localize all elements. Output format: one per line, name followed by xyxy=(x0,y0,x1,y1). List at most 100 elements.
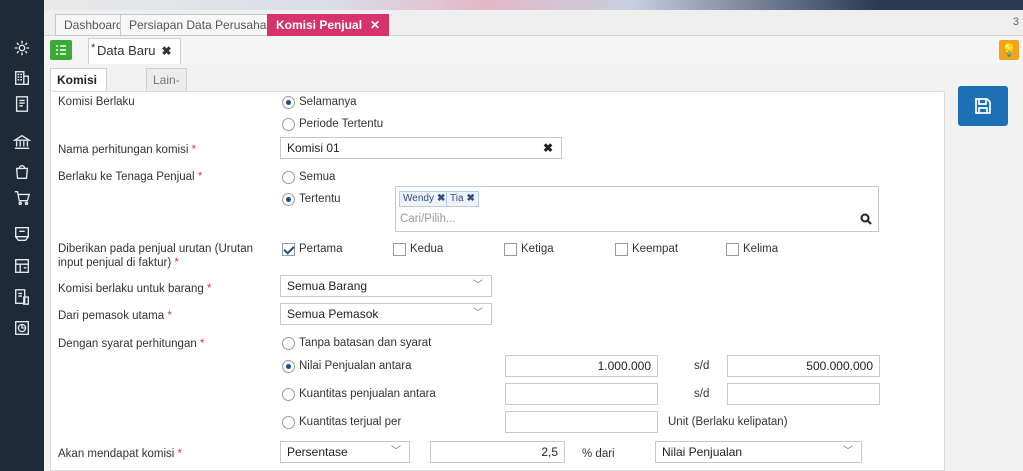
remove-icon[interactable]: ✖ xyxy=(467,193,475,204)
analytics-icon[interactable] xyxy=(10,316,34,340)
select-value: Nilai Penjualan xyxy=(662,445,743,459)
radio-forever-label: Selamanya xyxy=(299,96,357,108)
reports-icon[interactable] xyxy=(10,285,34,309)
required-mark: * xyxy=(191,144,197,156)
label-text: input penjual di faktur) xyxy=(58,257,172,269)
label-berlaku: Komisi Berlaku xyxy=(58,96,135,108)
label-urutan-2: input penjual di faktur) * xyxy=(58,256,179,270)
label-text: Dengan syarat perhitungan xyxy=(58,338,197,350)
sales-icon[interactable] xyxy=(10,160,34,184)
modified-mark: * xyxy=(91,42,96,54)
label-syarat: Dengan syarat perhitungan * xyxy=(58,337,204,351)
required-mark: * xyxy=(197,171,203,183)
range-sd-label: s/d xyxy=(694,360,710,372)
sales-to-input[interactable]: 500.000.000 xyxy=(727,355,880,377)
sales-from-input[interactable]: 1.000.000 xyxy=(505,355,658,377)
save-button[interactable] xyxy=(958,86,1008,126)
doc-tab-new[interactable]: * Data Baru ✖ xyxy=(88,38,181,64)
tab-other[interactable]: Lain-lain xyxy=(146,68,187,109)
assets-icon[interactable] xyxy=(10,254,34,278)
tab-sales-commission[interactable]: Komisi Penjual ✕ xyxy=(267,14,390,36)
salesperson-picker[interactable]: Wendy ✖ Tia ✖ Cari/Pilih... xyxy=(395,186,879,232)
checkbox-fifth[interactable] xyxy=(726,243,739,256)
module-tabs: Dashboard Persiapan Data Perusahaan Komi… xyxy=(44,10,1023,36)
checkbox-third-label: Ketiga xyxy=(521,243,554,255)
radio-all-label: Semua xyxy=(299,171,336,183)
name-value: Komisi 01 xyxy=(287,141,340,155)
commission-type-select[interactable]: Persentase ﹀ xyxy=(280,441,410,463)
checkbox-second-label: Kedua xyxy=(410,243,444,255)
required-mark: * xyxy=(206,283,212,295)
list-icon xyxy=(56,45,66,55)
tag-salesperson: Tia ✖ xyxy=(446,191,479,207)
radio-sales-value-label: Nilai Penjualan antara xyxy=(299,360,412,372)
document-bar: * Data Baru ✖ 💡 xyxy=(44,36,1023,64)
radio-no-condition[interactable] xyxy=(282,337,295,350)
tag-salesperson: Wendy ✖ xyxy=(399,191,450,207)
bank-icon[interactable] xyxy=(10,130,34,154)
radio-period[interactable] xyxy=(282,118,295,131)
tab-label: Komisi Penjual xyxy=(276,18,363,32)
radio-qty-range[interactable] xyxy=(282,388,295,401)
close-icon[interactable]: ✕ xyxy=(370,18,380,32)
radio-specific-label: Tertentu xyxy=(299,193,341,205)
goods-select[interactable]: Semua Barang ﹀ xyxy=(280,275,492,297)
inventory-icon[interactable] xyxy=(10,222,34,246)
label-barang: Komisi berlaku untuk barang * xyxy=(58,282,211,296)
name-input[interactable]: Komisi 01 ✖ xyxy=(280,137,562,159)
radio-forever[interactable] xyxy=(282,96,295,109)
unit-note: Unit (Berlaku kelipatan) xyxy=(668,416,788,428)
radio-period-label: Periode Tertentu xyxy=(299,118,384,130)
qty-from-input[interactable] xyxy=(505,383,658,405)
label-mendapat: Akan mendapat komisi * xyxy=(58,447,182,461)
tab-company-setup[interactable]: Persiapan Data Perusahaan xyxy=(120,14,289,36)
label-nama: Nama perhitungan komisi * xyxy=(58,143,196,157)
purchase-cart-icon[interactable] xyxy=(10,186,34,210)
required-mark: * xyxy=(199,338,205,350)
ledger-icon[interactable] xyxy=(10,92,34,116)
top-banner xyxy=(44,0,1023,10)
remove-icon[interactable]: ✖ xyxy=(437,193,445,204)
checkbox-second[interactable] xyxy=(393,243,406,256)
checkbox-first[interactable] xyxy=(282,243,295,256)
search-placeholder[interactable]: Cari/Pilih... xyxy=(400,213,456,225)
tag-label: Tia xyxy=(450,193,464,204)
radio-qty-sold[interactable] xyxy=(282,416,295,429)
tab-commission[interactable]: Komisi Penjual xyxy=(50,68,107,109)
radio-sales-value[interactable] xyxy=(282,360,295,373)
chevron-down-icon: ﹀ xyxy=(391,446,401,457)
close-icon[interactable]: ✖ xyxy=(162,44,172,58)
label-text: Akan mendapat komisi xyxy=(58,448,175,460)
company-icon[interactable] xyxy=(10,66,34,90)
radio-specific[interactable] xyxy=(282,193,295,206)
chevron-down-icon: ﹀ xyxy=(473,308,483,319)
label-text: Komisi berlaku untuk barang xyxy=(58,283,204,295)
select-value: Semua Pemasok xyxy=(287,307,379,321)
doc-tab-label: Data Baru xyxy=(97,43,156,58)
label-text: Nama perhitungan komisi xyxy=(58,144,189,156)
label-urutan-1: Diberikan pada penjual urutan (Urutan xyxy=(58,243,253,255)
qty-to-input[interactable] xyxy=(727,383,880,405)
radio-qty-range-label: Kuantitas penjualan antara xyxy=(299,388,436,400)
checkbox-first-label: Pertama xyxy=(299,243,343,255)
required-mark: * xyxy=(167,310,172,322)
checkbox-fourth[interactable] xyxy=(615,243,628,256)
radio-all[interactable] xyxy=(282,171,295,184)
tab-count: 3 xyxy=(1012,16,1019,28)
checkbox-fifth-label: Kelima xyxy=(743,243,779,255)
commission-basis-select[interactable]: Nilai Penjualan ﹀ xyxy=(655,441,862,463)
settings-icon[interactable] xyxy=(10,36,34,60)
range-sd-label: s/d xyxy=(694,388,710,400)
clear-icon[interactable]: ✖ xyxy=(543,138,553,158)
commission-value-input[interactable]: 2,5 xyxy=(430,441,565,463)
list-button[interactable] xyxy=(50,40,72,60)
radio-qty-sold-label: Kuantitas terjual per xyxy=(299,416,402,428)
select-value: Persentase xyxy=(287,445,348,459)
lightbulb-icon[interactable]: 💡 xyxy=(999,40,1019,60)
search-icon[interactable] xyxy=(860,213,872,225)
checkbox-third[interactable] xyxy=(504,243,517,256)
qty-sold-input[interactable] xyxy=(505,411,658,433)
supplier-select[interactable]: Semua Pemasok ﹀ xyxy=(280,303,492,325)
required-mark: * xyxy=(177,448,183,460)
select-value: Semua Barang xyxy=(287,279,368,293)
